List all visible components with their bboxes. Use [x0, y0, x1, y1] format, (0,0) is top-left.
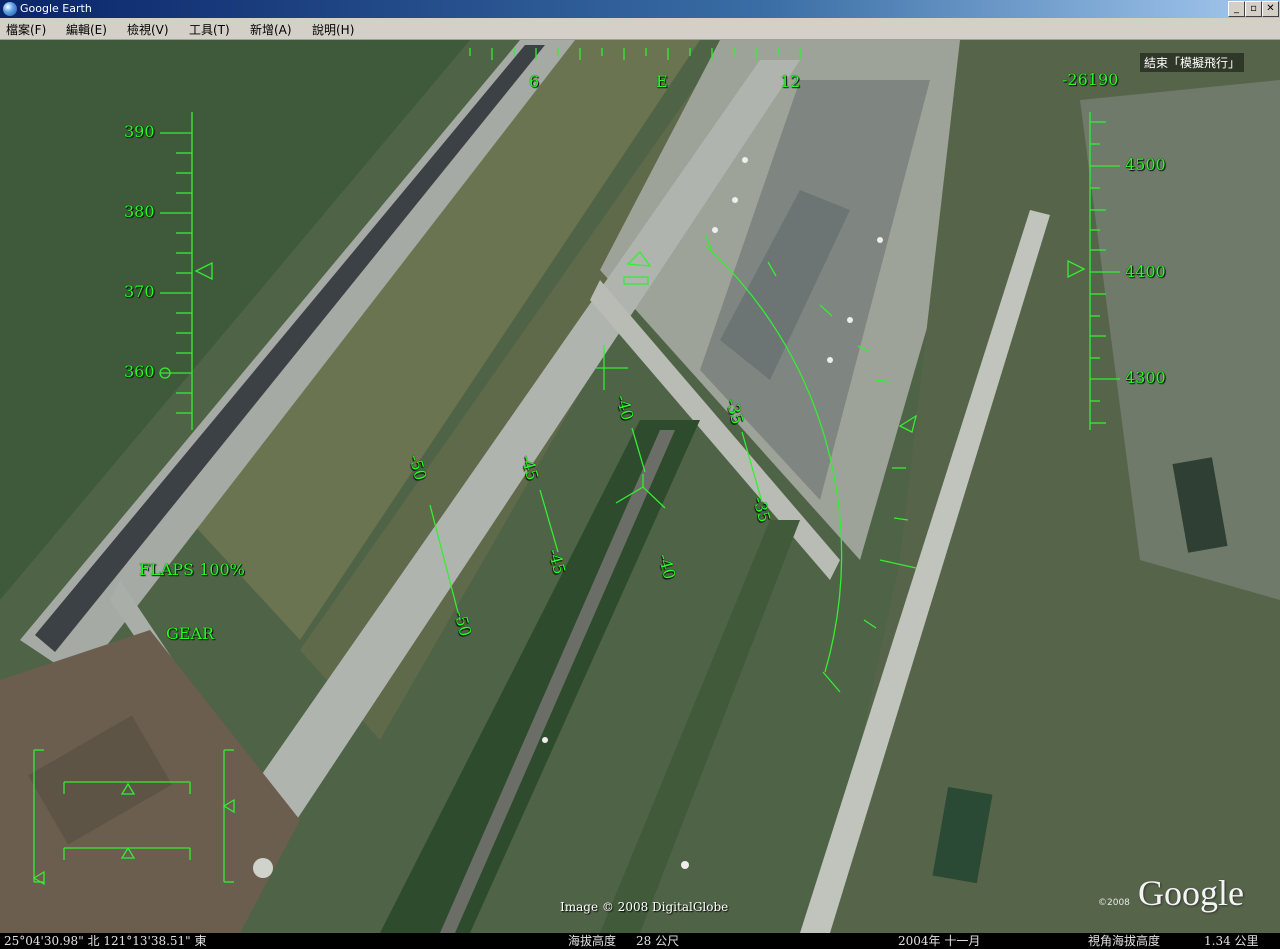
logo-copyright: ©2008 [1098, 898, 1130, 908]
altitude-label: 4300 [1125, 368, 1166, 387]
status-bar: 25°04'30.98" 北 121°13'38.51" 東 海拔高度 28 公… [0, 933, 1280, 949]
exit-flight-sim-button[interactable]: 結束「模擬飛行」 [1140, 53, 1245, 72]
menu-add[interactable]: 新增(A) [250, 21, 292, 38]
altitude-tape [1067, 112, 1120, 430]
title-bar: Google Earth _ ▫ ✕ [0, 0, 1280, 18]
pointer-coordinates: 25°04'30.98" 北 121°13'38.51" 東 [4, 934, 207, 948]
airspeed-label: 380 [124, 202, 155, 221]
heading-label: 12 [780, 72, 801, 91]
google-earth-icon [3, 2, 17, 16]
vertical-speed-readout: -26190 [1062, 70, 1119, 89]
altitude-label: 4400 [1125, 262, 1166, 281]
heading-label: 6 [529, 72, 540, 91]
menu-bar: 檔案(F) 編輯(E) 檢視(V) 工具(T) 新增(A) 說明(H) [0, 18, 1280, 40]
airspeed-label: 390 [124, 122, 155, 141]
aircraft-symbol [615, 250, 666, 509]
airspeed-label: 360 [124, 362, 155, 381]
flaps-gear-indicator [32, 749, 235, 886]
window-title: Google Earth [20, 2, 92, 15]
eye-altitude-label: 視角海拔高度 [1088, 934, 1161, 948]
menu-help[interactable]: 說明(H) [312, 21, 354, 38]
close-button[interactable]: ✕ [1262, 1, 1279, 17]
restore-button[interactable]: ▫ [1245, 1, 1262, 17]
menu-edit[interactable]: 編輯(E) [66, 21, 107, 38]
elevation-label: 海拔高度 [568, 934, 617, 948]
menu-tools[interactable]: 工具(T) [189, 21, 230, 38]
elevation-value: 28 公尺 [636, 934, 680, 948]
minimize-button[interactable]: _ [1228, 1, 1245, 17]
heading-label: E [656, 72, 668, 91]
airspeed-tape [159, 112, 213, 430]
bank-arc [705, 235, 918, 693]
airspeed-label: 370 [124, 282, 155, 301]
eye-altitude-value: 1.34 公里 [1204, 934, 1259, 948]
map-viewport[interactable]: 6 E 12 -26190 390 380 370 360 4500 4400 … [0, 40, 1280, 933]
imagery-credit: Image © 2008 DigitalGlobe [560, 900, 729, 914]
hud-overlay [32, 48, 1120, 886]
flaps-indicator: FLAPS 100% [139, 560, 245, 579]
imagery-date: 2004年 十一月 [898, 934, 981, 948]
pitch-ladder [429, 345, 763, 621]
menu-file[interactable]: 檔案(F) [6, 21, 46, 38]
google-logo: Google [1138, 873, 1244, 913]
altitude-label: 4500 [1125, 155, 1166, 174]
gear-indicator: GEAR [166, 624, 215, 643]
menu-view[interactable]: 檢視(V) [127, 21, 169, 38]
heading-ruler [469, 48, 801, 60]
